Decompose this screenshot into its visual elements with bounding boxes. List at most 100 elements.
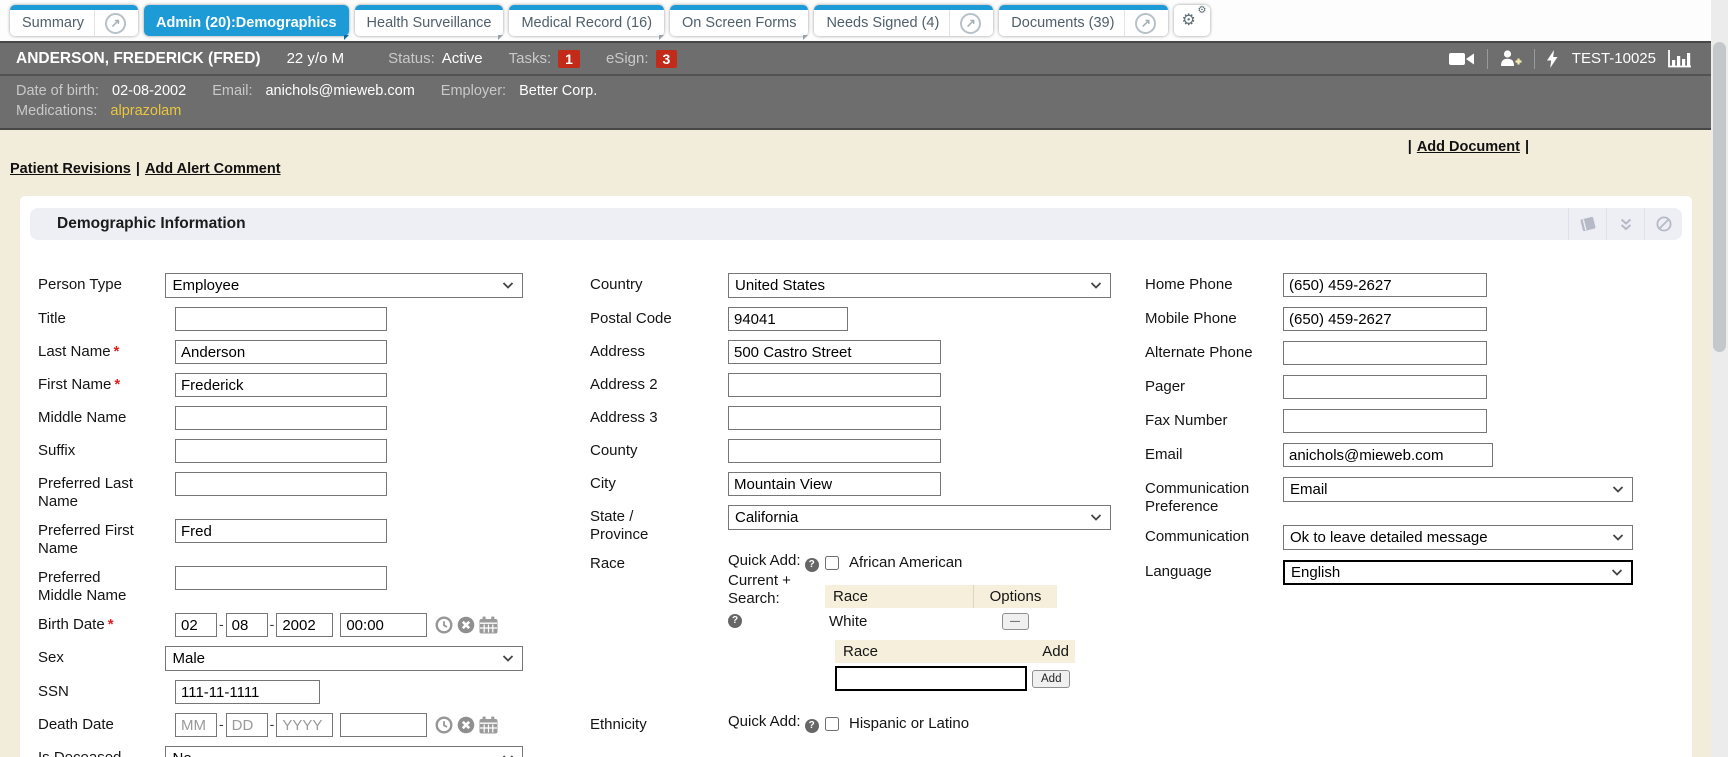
- tab-documents[interactable]: Documents (39) ↗: [999, 5, 1168, 36]
- help-icon[interactable]: ?: [805, 558, 819, 572]
- circle-slash-icon: [1656, 216, 1672, 232]
- clock-icon[interactable]: [435, 716, 453, 734]
- home-phone-input[interactable]: [1283, 273, 1487, 297]
- documents-popout-button[interactable]: ↗: [1124, 10, 1156, 36]
- suffix-input[interactable]: [175, 439, 387, 463]
- tab-settings-button[interactable]: ⚙ ⚙: [1174, 5, 1210, 36]
- postal-code-input[interactable]: [728, 307, 848, 331]
- death-year-input[interactable]: [276, 713, 333, 737]
- tasks-count-badge[interactable]: 1: [558, 50, 580, 68]
- is-deceased-row: Is Deceased No: [38, 746, 523, 757]
- mobile-phone-input[interactable]: [1283, 307, 1487, 331]
- esign-label: eSign:: [606, 50, 649, 67]
- add-document-link[interactable]: Add Document: [1417, 139, 1520, 155]
- death-time-input[interactable]: [340, 713, 427, 737]
- birth-date-row: Birth Date* - -: [38, 613, 523, 637]
- clock-icon[interactable]: [435, 616, 453, 634]
- state-select[interactable]: California: [728, 505, 1111, 530]
- middle-name-input[interactable]: [175, 406, 387, 430]
- calendar-icon[interactable]: [479, 716, 498, 734]
- employer-value: Better Corp.: [519, 83, 597, 99]
- external-link-icon: ↗: [966, 16, 976, 30]
- birth-month-input[interactable]: [175, 613, 217, 637]
- divider: [1487, 49, 1488, 69]
- person-type-select[interactable]: Employee: [165, 273, 523, 298]
- separator: |: [136, 161, 140, 177]
- fax-number-input[interactable]: [1283, 409, 1487, 433]
- address2-input[interactable]: [728, 373, 941, 397]
- tab-needs-signed-label: Needs Signed (4): [826, 15, 939, 31]
- needs-signed-popout-button[interactable]: ↗: [949, 10, 981, 36]
- page-scrollbar[interactable]: [1711, 0, 1728, 757]
- disable-panel-button[interactable]: [1644, 208, 1682, 240]
- tab-summary[interactable]: Summary ↗: [10, 5, 138, 36]
- video-call-icon[interactable]: [1449, 51, 1475, 67]
- add-alert-comment-link[interactable]: Add Alert Comment: [145, 161, 281, 177]
- communication-preference-select[interactable]: Email: [1283, 477, 1633, 502]
- city-input[interactable]: [728, 472, 941, 496]
- patient-revisions-link[interactable]: Patient Revisions: [10, 161, 131, 177]
- birth-time-input[interactable]: [340, 613, 427, 637]
- address3-input[interactable]: [728, 406, 941, 430]
- audit-log-button[interactable]: [1568, 208, 1606, 240]
- clear-date-icon[interactable]: [457, 716, 475, 734]
- mobile-phone-row: Mobile Phone: [1145, 307, 1690, 331]
- death-day-input[interactable]: [226, 713, 268, 737]
- chevron-down-icon: [502, 655, 514, 662]
- title-input[interactable]: [175, 307, 387, 331]
- add-race-button[interactable]: Add: [1032, 670, 1070, 688]
- tab-needs-signed[interactable]: Needs Signed (4) ↗: [814, 5, 993, 36]
- county-input[interactable]: [728, 439, 941, 463]
- calendar-icon[interactable]: [479, 616, 498, 634]
- preferred-last-name-input[interactable]: [175, 472, 387, 496]
- death-month-input[interactable]: [175, 713, 217, 737]
- is-deceased-select[interactable]: No: [165, 746, 523, 757]
- preferred-middle-name-input[interactable]: [175, 566, 387, 590]
- tab-medical-record[interactable]: Medical Record (16): [509, 5, 664, 36]
- home-phone-row: Home Phone: [1145, 273, 1690, 297]
- esign-count-badge[interactable]: 3: [656, 50, 678, 68]
- tab-health-label: Health Surveillance: [367, 15, 492, 31]
- language-select[interactable]: English: [1283, 560, 1633, 585]
- scrollbar-thumb[interactable]: [1713, 42, 1726, 352]
- preferred-first-name-input[interactable]: [175, 519, 387, 543]
- birth-year-input[interactable]: [276, 613, 333, 637]
- preferred-last-name-row: Preferred Last Name: [38, 472, 523, 510]
- tab-health-surveillance[interactable]: Health Surveillance: [355, 5, 504, 36]
- pager-input[interactable]: [1283, 375, 1487, 399]
- tab-admin-demographics[interactable]: Admin (20):Demographics: [144, 5, 348, 36]
- medication-link[interactable]: alprazolam: [110, 103, 181, 119]
- last-name-input[interactable]: [175, 340, 387, 364]
- african-american-checkbox[interactable]: [825, 556, 839, 570]
- remove-race-button[interactable]: —: [1002, 613, 1029, 630]
- birth-day-input[interactable]: [226, 613, 268, 637]
- country-select[interactable]: United States: [728, 273, 1111, 298]
- patient-header: ANDERSON, FREDERICK (FRED) 22 y/o M Stat…: [0, 41, 1728, 130]
- email-input[interactable]: [1283, 443, 1493, 467]
- hispanic-latino-checkbox[interactable]: [825, 717, 839, 731]
- bar-chart-icon[interactable]: [1668, 50, 1692, 68]
- county-row: County: [590, 439, 1135, 463]
- patient-id: TEST-10025: [1572, 50, 1656, 67]
- date-separator: -: [270, 716, 275, 732]
- race-search-input[interactable]: [835, 666, 1027, 691]
- first-name-input[interactable]: [175, 373, 387, 397]
- book-icon: [1578, 216, 1598, 232]
- add-person-icon[interactable]: [1500, 50, 1522, 67]
- summary-popout-button[interactable]: ↗: [94, 10, 126, 36]
- address3-row: Address 3: [590, 406, 1135, 430]
- collapse-panel-button[interactable]: [1606, 208, 1644, 240]
- ssn-input[interactable]: [175, 680, 320, 704]
- communication-select[interactable]: Ok to leave detailed message: [1283, 525, 1633, 550]
- required-marker: *: [108, 616, 114, 633]
- help-icon[interactable]: ?: [805, 719, 819, 733]
- clear-date-icon[interactable]: [457, 616, 475, 634]
- sex-select[interactable]: Male: [165, 646, 523, 671]
- lightning-icon[interactable]: [1547, 50, 1558, 68]
- address-input[interactable]: [728, 340, 941, 364]
- patient-age-sex: 22 y/o M: [287, 50, 345, 67]
- person-type-row: Person Type Employee: [38, 273, 523, 298]
- tab-on-screen-forms[interactable]: On Screen Forms: [670, 5, 808, 36]
- help-icon[interactable]: ?: [728, 614, 742, 628]
- alternate-phone-input[interactable]: [1283, 341, 1487, 365]
